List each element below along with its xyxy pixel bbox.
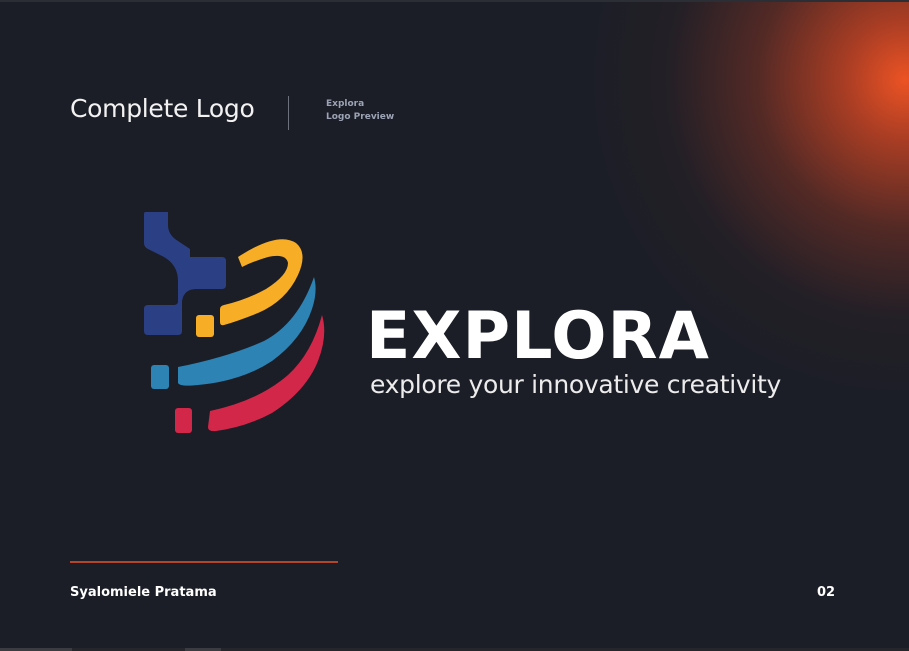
brand-wordmark: EXPLORA: [366, 299, 710, 374]
brand-tagline: explore your innovative creativity: [370, 370, 782, 399]
page-title: Complete Logo: [70, 94, 255, 123]
logo-navy-block: [144, 212, 226, 335]
top-border: [0, 0, 909, 2]
explora-logo-mark-icon: [144, 212, 325, 433]
footer-accent-rule: [70, 561, 338, 563]
logo-blue-square: [151, 365, 169, 389]
page-number: 02: [817, 585, 836, 600]
logo-yellow-square: [196, 315, 214, 337]
header-meta: Explora Logo Preview: [326, 98, 394, 124]
logo-red-square: [175, 408, 192, 433]
header-divider: [288, 96, 289, 130]
logo-yellow-swoosh: [220, 239, 303, 326]
meta-preview-label: Logo Preview: [326, 112, 395, 122]
meta-brand-name: Explora: [326, 99, 365, 109]
author-name: Syalomiele Pratama: [70, 585, 217, 600]
